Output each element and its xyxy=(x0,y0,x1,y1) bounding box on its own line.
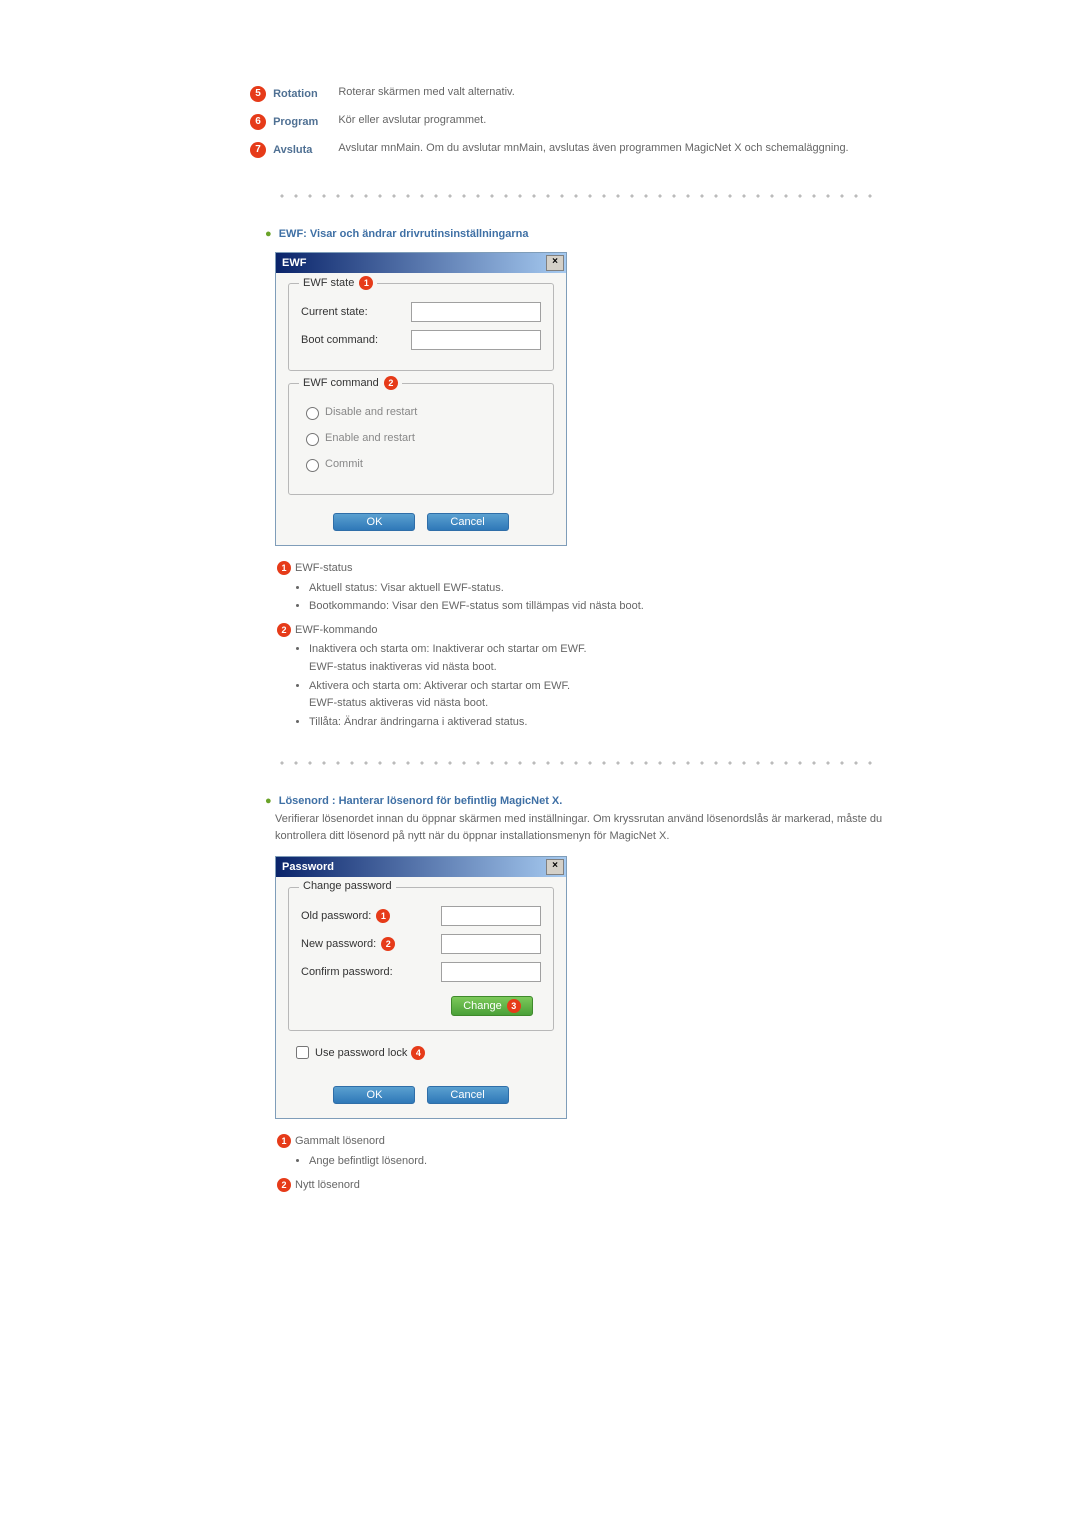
password-titlebar: Password × xyxy=(276,857,566,877)
ewf-command-group: EWF command 2 Disable and restart Enable… xyxy=(288,383,554,495)
close-icon[interactable]: × xyxy=(546,859,564,875)
term-rotation: Rotation xyxy=(273,88,330,100)
term-avsluta: Avsluta xyxy=(273,144,324,156)
pwd-ok-button[interactable]: OK xyxy=(333,1086,415,1104)
ewf-status-title: EWF-status xyxy=(295,560,352,578)
pwd-explain: 1 Gammalt lösenord Ange befintligt lösen… xyxy=(275,1133,945,1194)
term-program: Program xyxy=(273,116,330,128)
badge-3-icon: 3 xyxy=(507,999,521,1013)
close-icon[interactable]: × xyxy=(546,255,564,271)
ewf-cmd-b1: Inaktivera och starta om: Inaktiverar oc… xyxy=(309,641,945,676)
ewf-dialog: EWF × EWF state 1 Current state: Boot co… xyxy=(275,252,567,546)
badge-2-icon: 2 xyxy=(277,1178,291,1192)
badge-5-icon: 5 xyxy=(250,86,266,102)
separator-icon xyxy=(275,761,875,765)
new-password-label: New password: xyxy=(301,938,376,950)
ewf-cancel-button[interactable]: Cancel xyxy=(427,513,509,531)
boot-command-label: Boot command: xyxy=(301,334,411,346)
radio-enable[interactable]: Enable and restart xyxy=(301,430,541,446)
badge-1-icon: 1 xyxy=(359,276,373,290)
ewf-status-b1: Aktuell status: Visar aktuell EWF-status… xyxy=(309,580,945,598)
badge-2-icon: 2 xyxy=(384,376,398,390)
separator-icon xyxy=(275,194,875,198)
current-state-input[interactable] xyxy=(411,302,541,322)
badge-1-icon: 1 xyxy=(376,909,390,923)
ewf-command-legend: EWF command xyxy=(303,377,379,389)
use-password-lock-checkbox[interactable]: Use password lock 4 xyxy=(292,1043,554,1062)
desc-avsluta: Avslutar mnMain. Om du avslutar mnMain, … xyxy=(338,136,856,164)
pwd-heading: ● Lösenord : Hanterar lösenord för befin… xyxy=(265,795,945,807)
radio-commit[interactable]: Commit xyxy=(301,456,541,472)
change-password-group: Change password Old password: 1 New pass… xyxy=(288,887,554,1031)
password-dialog-title: Password xyxy=(282,857,334,877)
password-dialog: Password × Change password Old password:… xyxy=(275,856,567,1119)
ewf-cmd-title: EWF-kommando xyxy=(295,622,378,640)
change-password-legend: Change password xyxy=(299,880,396,892)
ewf-ok-button[interactable]: OK xyxy=(333,513,415,531)
new-pwd-title: Nytt lösenord xyxy=(295,1177,360,1195)
bullet-icon: ● xyxy=(265,228,272,240)
pwd-subtext: Verifierar lösenordet innan du öppnar sk… xyxy=(275,811,895,844)
ewf-dialog-title: EWF xyxy=(282,253,306,273)
badge-2-icon: 2 xyxy=(277,623,291,637)
definition-table: 5 Rotation Roterar skärmen med valt alte… xyxy=(250,80,857,164)
ewf-explain: 1 EWF-status Aktuell status: Visar aktue… xyxy=(275,560,945,731)
badge-7-icon: 7 xyxy=(250,142,266,158)
badge-4-icon: 4 xyxy=(411,1046,425,1060)
bullet-icon: ● xyxy=(265,795,272,807)
confirm-password-input[interactable] xyxy=(441,962,541,982)
change-button[interactable]: Change 3 xyxy=(451,996,533,1016)
badge-1-icon: 1 xyxy=(277,561,291,575)
ewf-state-legend: EWF state xyxy=(303,277,354,289)
pwd-cancel-button[interactable]: Cancel xyxy=(427,1086,509,1104)
ewf-cmd-b3: Tillåta: Ändrar ändringarna i aktiverad … xyxy=(309,714,945,732)
old-pwd-title: Gammalt lösenord xyxy=(295,1133,385,1151)
boot-command-input[interactable] xyxy=(411,330,541,350)
old-password-label: Old password: xyxy=(301,910,371,922)
badge-2-icon: 2 xyxy=(381,937,395,951)
desc-rotation: Roterar skärmen med valt alternativ. xyxy=(338,80,856,108)
old-password-input[interactable] xyxy=(441,906,541,926)
ewf-titlebar: EWF × xyxy=(276,253,566,273)
ewf-status-b2: Bootkommando: Visar den EWF-status som t… xyxy=(309,598,945,616)
old-pwd-b1: Ange befintligt lösenord. xyxy=(309,1153,945,1171)
new-password-input[interactable] xyxy=(441,934,541,954)
ewf-state-group: EWF state 1 Current state: Boot command: xyxy=(288,283,554,371)
badge-6-icon: 6 xyxy=(250,114,266,130)
badge-1-icon: 1 xyxy=(277,1134,291,1148)
ewf-heading: ● EWF: Visar och ändrar drivrutinsinstäl… xyxy=(265,228,945,240)
radio-disable[interactable]: Disable and restart xyxy=(301,404,541,420)
confirm-password-label: Confirm password: xyxy=(301,966,441,978)
current-state-label: Current state: xyxy=(301,306,411,318)
desc-program: Kör eller avslutar programmet. xyxy=(338,108,856,136)
ewf-cmd-b2: Aktivera och starta om: Aktiverar och st… xyxy=(309,678,945,713)
